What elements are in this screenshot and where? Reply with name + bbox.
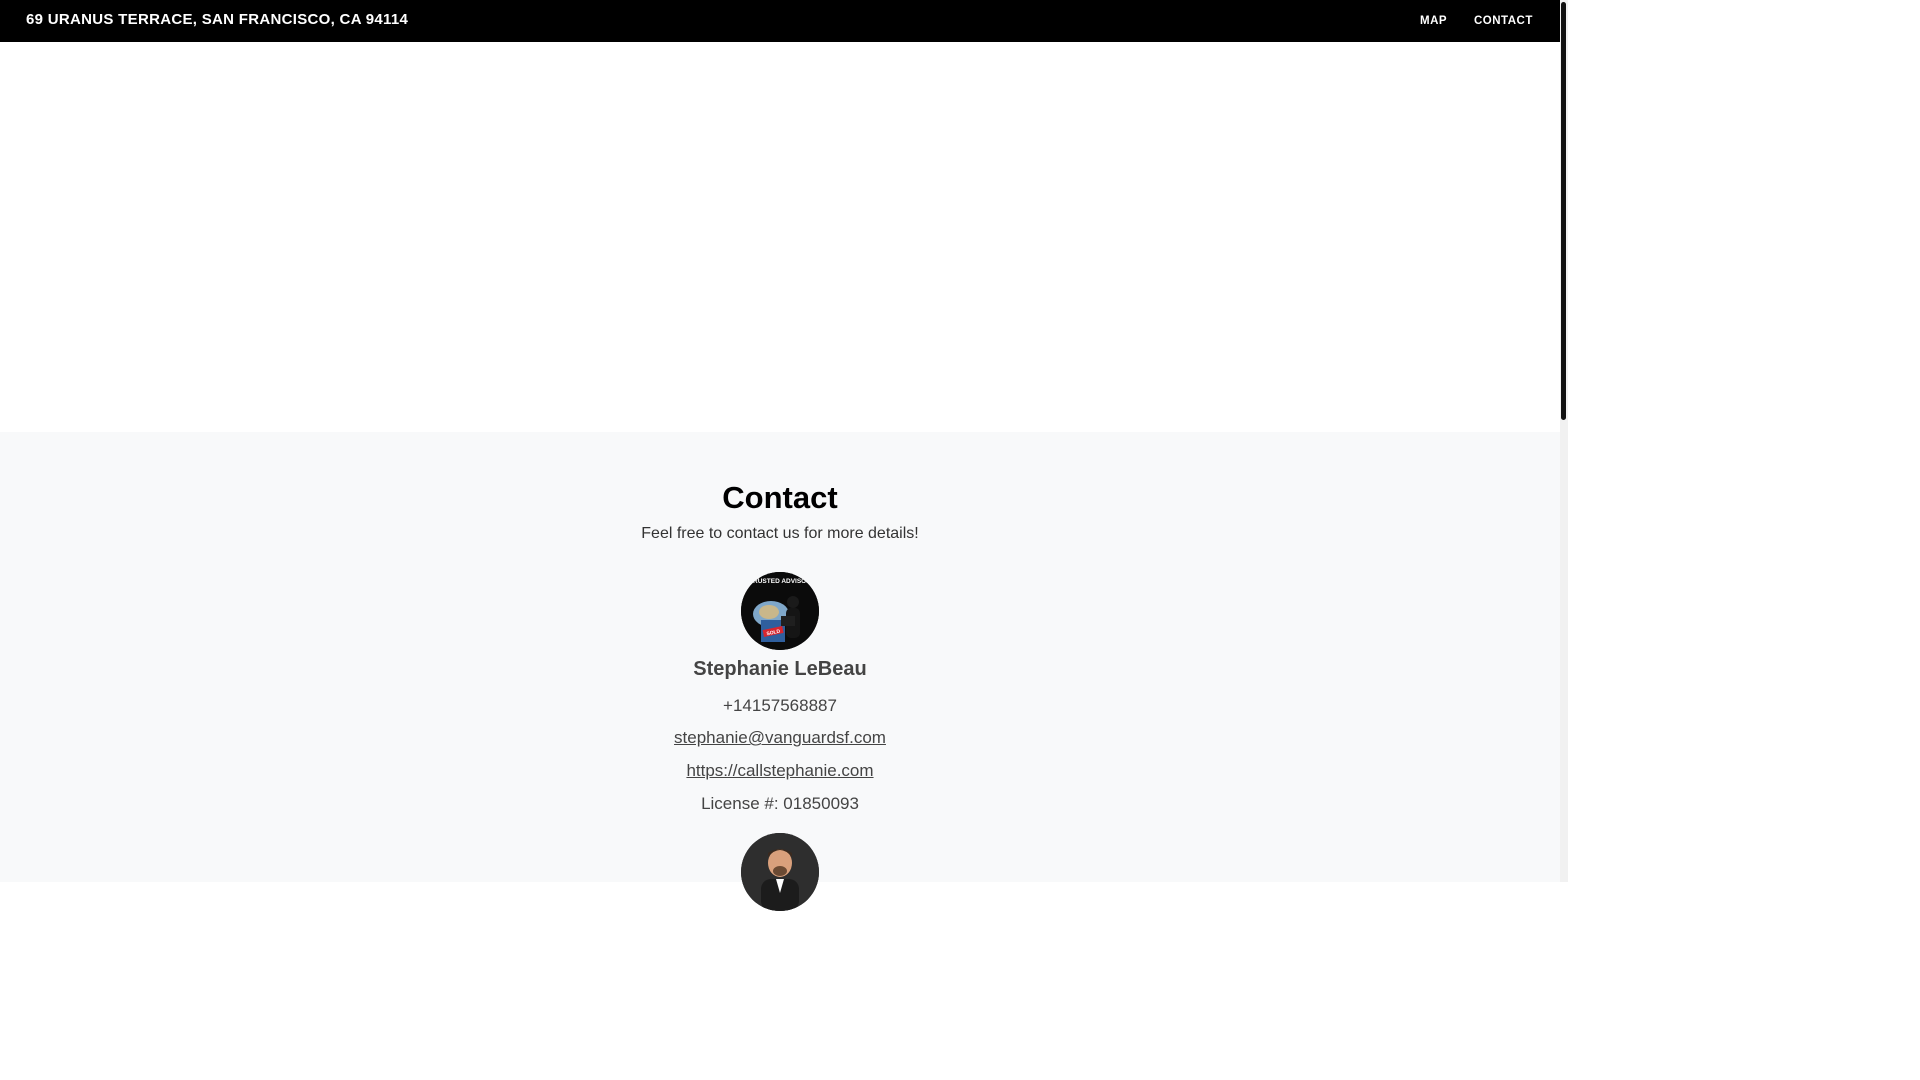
agent-license: License #: 01850093 <box>0 794 1560 814</box>
agent-avatar: TRUSTED ADVISOR SOLD <box>741 572 819 650</box>
svg-text:TRUSTED ADVISOR: TRUSTED ADVISOR <box>749 578 811 585</box>
agent-name: Stephanie LeBeau <box>693 658 867 680</box>
license-number: 01850093 <box>783 794 859 813</box>
nav-map-link[interactable]: MAP <box>1420 15 1447 27</box>
agent-website-link[interactable]: https://callstephanie.com <box>686 761 873 780</box>
agent-avatar-second <box>741 833 819 911</box>
agent-email-link[interactable]: stephanie@vanguardsf.com <box>674 728 886 747</box>
contact-subtitle: Feel free to contact us for more details… <box>641 525 919 542</box>
map-area[interactable] <box>0 42 1560 432</box>
property-address-title[interactable]: 69 URANUS TERRACE, SAN FRANCISCO, CA 941… <box>26 11 408 28</box>
scrollbar-thumb[interactable] <box>1561 2 1566 420</box>
license-label: License #: <box>701 794 779 813</box>
top-navbar: 69 URANUS TERRACE, SAN FRANCISCO, CA 941… <box>0 0 1560 42</box>
agent-photo-icon: TRUSTED ADVISOR SOLD <box>741 572 819 650</box>
agent-photo-icon <box>741 833 819 911</box>
contact-heading: Contact <box>722 480 838 515</box>
page-scrollbar[interactable] <box>1560 0 1568 882</box>
contact-section: Contact Feel free to contact us for more… <box>0 432 1560 911</box>
agent-phone[interactable]: +14157568887 <box>0 696 1560 716</box>
nav-contact-link[interactable]: CONTACT <box>1474 15 1533 27</box>
